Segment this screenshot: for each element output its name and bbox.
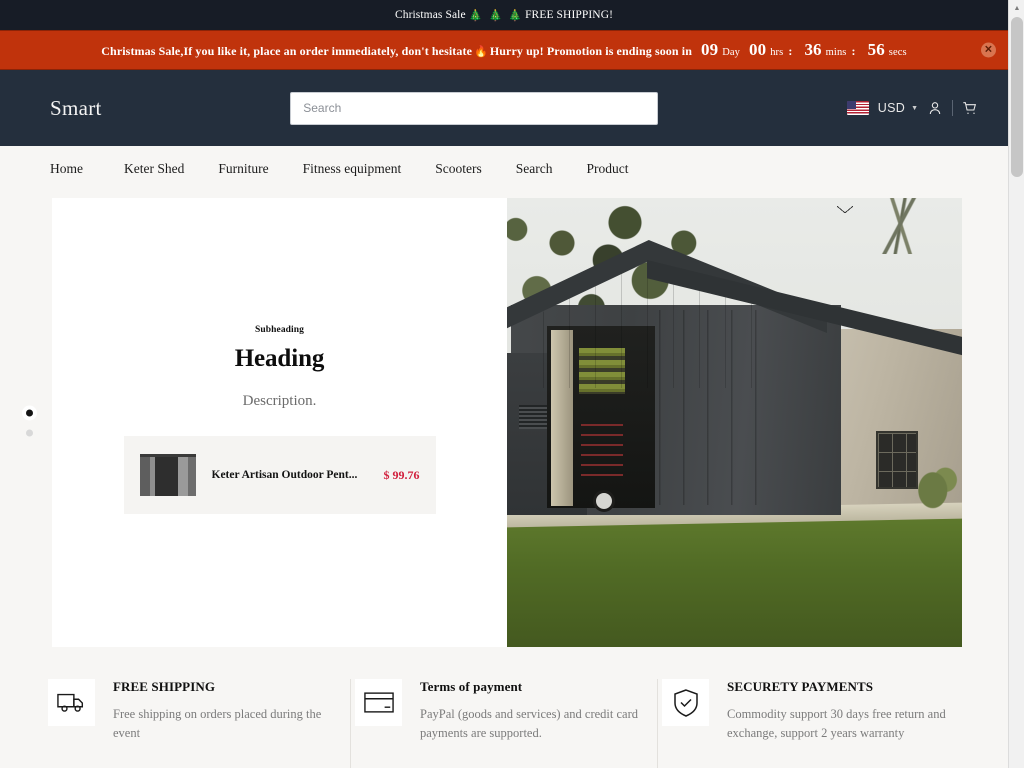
cart-icon[interactable] <box>962 100 978 116</box>
feature-free-shipping: FREE SHIPPING Free shipping on orders pl… <box>44 679 351 768</box>
promo-message: Christmas Sale,If you like it, place an … <box>101 44 472 59</box>
hero-subheading: Subheading <box>255 325 304 335</box>
hero-heading: Heading <box>235 345 325 373</box>
chevron-down-icon[interactable]: ▼ <box>911 104 918 112</box>
countdown-minutes-value: 36 <box>804 40 821 60</box>
house-window <box>876 431 918 489</box>
feature-text-block: FREE SHIPPING Free shipping on orders pl… <box>113 679 332 743</box>
christmas-tree-icon: 🎄 <box>508 9 522 22</box>
search-container <box>290 92 658 125</box>
hero-image <box>507 198 962 647</box>
page-scrollbar[interactable]: ▲ <box>1008 0 1024 768</box>
countdown-days-value: 09 <box>701 40 718 60</box>
nav-item-search[interactable]: Search <box>499 161 570 177</box>
feature-description: Commodity support 30 days free return an… <box>727 705 946 743</box>
feature-text-block: Terms of payment PayPal (goods and servi… <box>420 679 639 743</box>
carousel-dot-active[interactable] <box>26 409 33 416</box>
carousel-dots <box>26 409 33 436</box>
countdown-separator: : <box>788 44 792 59</box>
site-logo[interactable]: Smart <box>50 96 102 121</box>
carousel-dot[interactable] <box>26 429 33 436</box>
branches-right <box>848 198 958 254</box>
announcement-bar: Christmas Sale 🎄 🎄 🎄 FREE SHIPPING! <box>0 0 1008 30</box>
nav-item-furniture[interactable]: Furniture <box>201 161 285 177</box>
main-navigation: Home Keter Shed Furniture Fitness equipm… <box>0 146 1008 192</box>
nav-item-fitness-equipment[interactable]: Fitness equipment <box>286 161 419 177</box>
christmas-tree-icon: 🎄 <box>469 9 483 22</box>
countdown-seconds-unit: secs <box>889 47 907 58</box>
hero-content-panel: Subheading Heading Description. Keter Ar… <box>52 198 507 647</box>
scrollbar-thumb[interactable] <box>1011 17 1023 177</box>
christmas-tree-icon: 🎄 <box>488 9 502 22</box>
shield-check-icon <box>662 679 709 726</box>
countdown-hours-value: 00 <box>749 40 766 60</box>
nav-item-home[interactable]: Home <box>50 161 107 177</box>
countdown-hours-unit: hrs <box>770 47 783 58</box>
promo-message-group: Christmas Sale,If you like it, place an … <box>101 40 906 60</box>
us-flag-icon <box>847 101 869 115</box>
nav-item-keter-shed[interactable]: Keter Shed <box>107 161 201 177</box>
product-thumbnail <box>140 454 196 496</box>
page-viewport: Christmas Sale 🎄 🎄 🎄 FREE SHIPPING! Chri… <box>0 0 1008 768</box>
nav-item-scooters[interactable]: Scooters <box>418 161 499 177</box>
features-section: FREE SHIPPING Free shipping on orders pl… <box>0 657 1008 768</box>
hero-product-card[interactable]: Keter Artisan Outdoor Pent... $ 99.76 <box>124 436 436 514</box>
fire-icon: 🔥 <box>474 45 488 58</box>
hero-description: Description. <box>243 393 317 410</box>
feature-terms-of-payment: Terms of payment PayPal (goods and servi… <box>351 679 658 768</box>
close-icon[interactable]: ✕ <box>981 43 996 58</box>
feature-description: Free shipping on orders placed during th… <box>113 705 332 743</box>
shed-interior-wheel <box>593 490 615 512</box>
bird-silhouette <box>837 206 853 213</box>
feature-title: Terms of payment <box>420 679 639 695</box>
promo-countdown-banner: Christmas Sale,If you like it, place an … <box>0 30 1008 70</box>
shed-interior-toolbox <box>581 424 623 482</box>
header-actions: USD ▼ <box>847 100 978 116</box>
site-header: Smart USD ▼ <box>0 70 1008 146</box>
feature-title: SECURETY PAYMENTS <box>727 679 946 695</box>
search-input[interactable] <box>290 92 658 125</box>
promo-hurry-text: Hurry up! Promotion is ending soon in <box>490 44 692 59</box>
hero-inner: Subheading Heading Description. Keter Ar… <box>52 198 962 647</box>
announcement-text-after: FREE SHIPPING! <box>525 9 613 21</box>
lawn <box>507 515 962 647</box>
scroll-up-arrow[interactable]: ▲ <box>1009 0 1024 16</box>
feature-description: PayPal (goods and services) and credit c… <box>420 705 639 743</box>
shrub <box>916 459 958 511</box>
user-icon[interactable] <box>927 100 943 116</box>
announcement-text-before: Christmas Sale <box>395 9 466 21</box>
countdown-seconds-value: 56 <box>868 40 885 60</box>
truck-icon <box>48 679 95 726</box>
header-divider <box>952 100 953 116</box>
hero-section: Subheading Heading Description. Keter Ar… <box>0 192 1008 657</box>
shed-closed-door <box>659 310 777 505</box>
countdown-minutes-unit: mins <box>826 47 847 58</box>
countdown-separator: : <box>851 44 855 59</box>
nav-item-product[interactable]: Product <box>569 161 645 177</box>
countdown-days-unit: Day <box>722 47 740 58</box>
product-title: Keter Artisan Outdoor Pent... <box>212 469 372 481</box>
currency-code[interactable]: USD <box>878 101 905 115</box>
feature-security-payments: SECURETY PAYMENTS Commodity support 30 d… <box>658 679 964 768</box>
product-price: $ 99.76 <box>384 468 420 483</box>
feature-title: FREE SHIPPING <box>113 679 332 695</box>
credit-card-icon <box>355 679 402 726</box>
feature-text-block: SECURETY PAYMENTS Commodity support 30 d… <box>727 679 946 743</box>
